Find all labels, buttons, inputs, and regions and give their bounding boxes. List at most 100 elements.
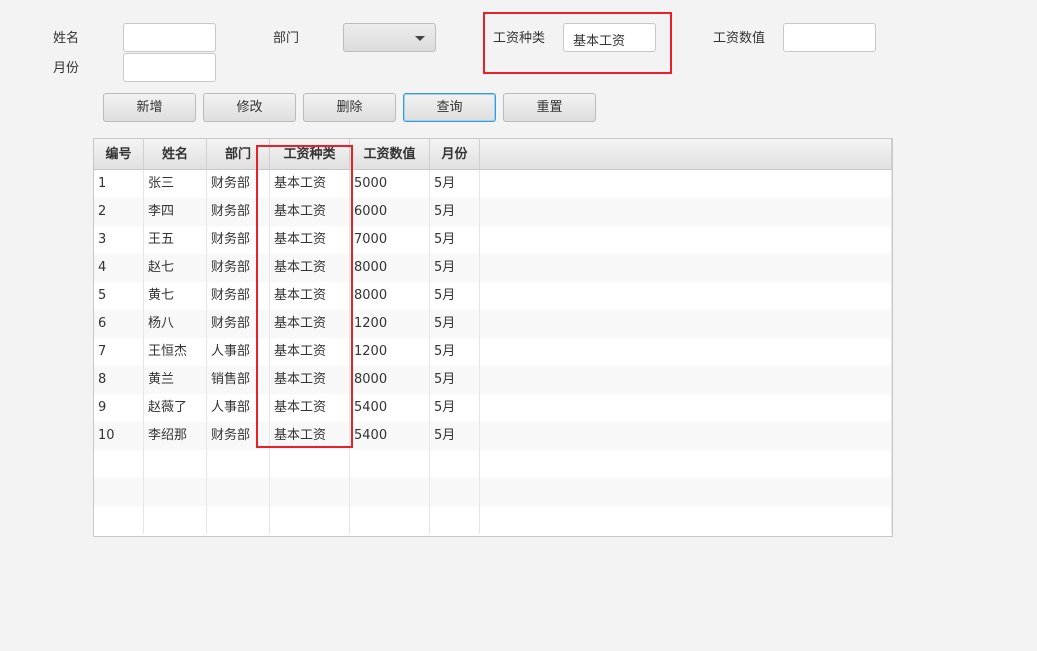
salary-table[interactable]: 编号 姓名 部门 工资种类 工资数值 月份 1 张三 财务部 基本工资 5000 5月 2 李… bbox=[93, 138, 893, 537]
cell-filler bbox=[480, 338, 892, 366]
highlight-box-column bbox=[256, 145, 353, 448]
cell-month: 5月 bbox=[430, 254, 480, 282]
cell-salary-value: 8000 bbox=[350, 366, 430, 394]
cell-filler bbox=[480, 282, 892, 310]
cell-month: 5月 bbox=[430, 394, 480, 422]
cell-salary-value: 5000 bbox=[350, 170, 430, 198]
cell-salary-value: 5400 bbox=[350, 394, 430, 422]
cell-name: 黄兰 bbox=[144, 366, 207, 394]
dept-dropdown[interactable] bbox=[343, 23, 436, 52]
cell-dept bbox=[207, 450, 270, 478]
cell-salary-value: 1200 bbox=[350, 338, 430, 366]
cell-name: 王五 bbox=[144, 226, 207, 254]
cell-name: 张三 bbox=[144, 170, 207, 198]
cell-filler bbox=[480, 450, 892, 478]
edit-button[interactable]: 修改 bbox=[203, 93, 296, 122]
cell-name: 赵薇了 bbox=[144, 394, 207, 422]
cell-salary-value bbox=[350, 506, 430, 534]
table-row[interactable] bbox=[94, 478, 892, 506]
table-row[interactable]: 10 李绍那 财务部 基本工资 5400 5月 bbox=[94, 422, 892, 450]
cell-salary-value: 1200 bbox=[350, 310, 430, 338]
table-body: 1 张三 财务部 基本工资 5000 5月 2 李四 财务部 基本工资 6000 5月 3 王五 财务部 基本… bbox=[94, 170, 892, 534]
name-input[interactable] bbox=[123, 23, 216, 52]
dept-label: 部门 bbox=[273, 31, 300, 46]
table-header: 编号 姓名 部门 工资种类 工资数值 月份 bbox=[94, 139, 892, 170]
cell-name: 杨八 bbox=[144, 310, 207, 338]
salary-type-label: 工资种类 bbox=[493, 31, 546, 46]
cell-salary-value: 8000 bbox=[350, 254, 430, 282]
column-header-id[interactable]: 编号 bbox=[94, 139, 144, 169]
cell-id: 7 bbox=[94, 338, 144, 366]
query-button[interactable]: 查询 bbox=[403, 93, 496, 122]
cell-salary-value: 6000 bbox=[350, 198, 430, 226]
cell-month: 5月 bbox=[430, 226, 480, 254]
cell-filler bbox=[480, 198, 892, 226]
cell-filler bbox=[480, 226, 892, 254]
salary-value-input[interactable] bbox=[783, 23, 876, 52]
cell-name: 王恒杰 bbox=[144, 338, 207, 366]
column-header-filler bbox=[480, 139, 892, 169]
cell-dept bbox=[207, 506, 270, 534]
cell-id: 4 bbox=[94, 254, 144, 282]
cell-id: 8 bbox=[94, 366, 144, 394]
reset-button[interactable]: 重置 bbox=[503, 93, 596, 122]
cell-salary-value: 8000 bbox=[350, 282, 430, 310]
table-row[interactable]: 1 张三 财务部 基本工资 5000 5月 bbox=[94, 170, 892, 198]
cell-filler bbox=[480, 254, 892, 282]
cell-filler bbox=[480, 506, 892, 534]
table-row[interactable] bbox=[94, 450, 892, 478]
cell-name: 李绍那 bbox=[144, 422, 207, 450]
add-button[interactable]: 新增 bbox=[103, 93, 196, 122]
cell-month: 5月 bbox=[430, 338, 480, 366]
cell-name bbox=[144, 506, 207, 534]
cell-name: 黄七 bbox=[144, 282, 207, 310]
column-header-month[interactable]: 月份 bbox=[430, 139, 480, 169]
cell-name: 赵七 bbox=[144, 254, 207, 282]
column-header-name[interactable]: 姓名 bbox=[144, 139, 207, 169]
month-input[interactable] bbox=[123, 53, 216, 82]
name-label: 姓名 bbox=[53, 31, 80, 46]
column-header-salary-value[interactable]: 工资数值 bbox=[350, 139, 430, 169]
cell-name bbox=[144, 478, 207, 506]
cell-id: 10 bbox=[94, 422, 144, 450]
table-row[interactable]: 7 王恒杰 人事部 基本工资 1200 5月 bbox=[94, 338, 892, 366]
month-label: 月份 bbox=[53, 61, 80, 76]
cell-month: 5月 bbox=[430, 422, 480, 450]
cell-id bbox=[94, 506, 144, 534]
cell-salary-type bbox=[270, 506, 350, 534]
cell-dept bbox=[207, 478, 270, 506]
cell-salary-type bbox=[270, 450, 350, 478]
cell-month bbox=[430, 450, 480, 478]
table-row[interactable]: 2 李四 财务部 基本工资 6000 5月 bbox=[94, 198, 892, 226]
cell-id: 2 bbox=[94, 198, 144, 226]
delete-button[interactable]: 删除 bbox=[303, 93, 396, 122]
cell-salary-value bbox=[350, 478, 430, 506]
cell-salary-value: 7000 bbox=[350, 226, 430, 254]
cell-id: 1 bbox=[94, 170, 144, 198]
table-row[interactable]: 8 黄兰 销售部 基本工资 8000 5月 bbox=[94, 366, 892, 394]
cell-salary-value bbox=[350, 450, 430, 478]
cell-name bbox=[144, 450, 207, 478]
cell-month bbox=[430, 506, 480, 534]
table-row[interactable]: 9 赵薇了 人事部 基本工资 5400 5月 bbox=[94, 394, 892, 422]
cell-id: 3 bbox=[94, 226, 144, 254]
cell-month: 5月 bbox=[430, 282, 480, 310]
table-row[interactable]: 5 黄七 财务部 基本工资 8000 5月 bbox=[94, 282, 892, 310]
cell-salary-value: 5400 bbox=[350, 422, 430, 450]
table-row[interactable] bbox=[94, 506, 892, 534]
cell-filler bbox=[480, 394, 892, 422]
cell-id: 6 bbox=[94, 310, 144, 338]
salary-type-input[interactable]: 基本工资 bbox=[563, 23, 656, 52]
table-row[interactable]: 3 王五 财务部 基本工资 7000 5月 bbox=[94, 226, 892, 254]
cell-filler bbox=[480, 422, 892, 450]
cell-month: 5月 bbox=[430, 198, 480, 226]
table-row[interactable]: 4 赵七 财务部 基本工资 8000 5月 bbox=[94, 254, 892, 282]
cell-month: 5月 bbox=[430, 310, 480, 338]
cell-id: 9 bbox=[94, 394, 144, 422]
table-row[interactable]: 6 杨八 财务部 基本工资 1200 5月 bbox=[94, 310, 892, 338]
cell-month bbox=[430, 478, 480, 506]
cell-id bbox=[94, 478, 144, 506]
cell-filler bbox=[480, 366, 892, 394]
cell-filler bbox=[480, 478, 892, 506]
cell-filler bbox=[480, 310, 892, 338]
